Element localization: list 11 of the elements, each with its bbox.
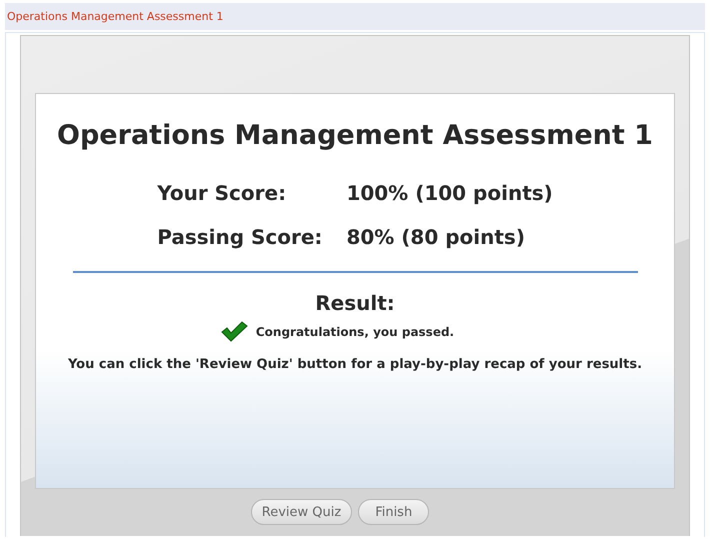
score-value: 100% (100 points) [346, 181, 553, 205]
score-label: Your Score: [157, 181, 288, 205]
review-note: You can click the 'Review Quiz' button for a play-by-play recap of your results. [68, 357, 642, 372]
quiz-title: Operations Management Assessment 1 [57, 120, 653, 151]
page-title: Operations Management Assessment 1 [7, 10, 224, 23]
result-label: Result: [315, 291, 395, 315]
result-message: Congratulations, you passed. [256, 325, 454, 339]
review-button[interactable]: Review Quiz [250, 499, 352, 525]
score-value: 80% (80 points) [346, 225, 526, 249]
score-label: Passing Score: [157, 225, 322, 249]
finish-button[interactable]: Finish [358, 499, 430, 525]
